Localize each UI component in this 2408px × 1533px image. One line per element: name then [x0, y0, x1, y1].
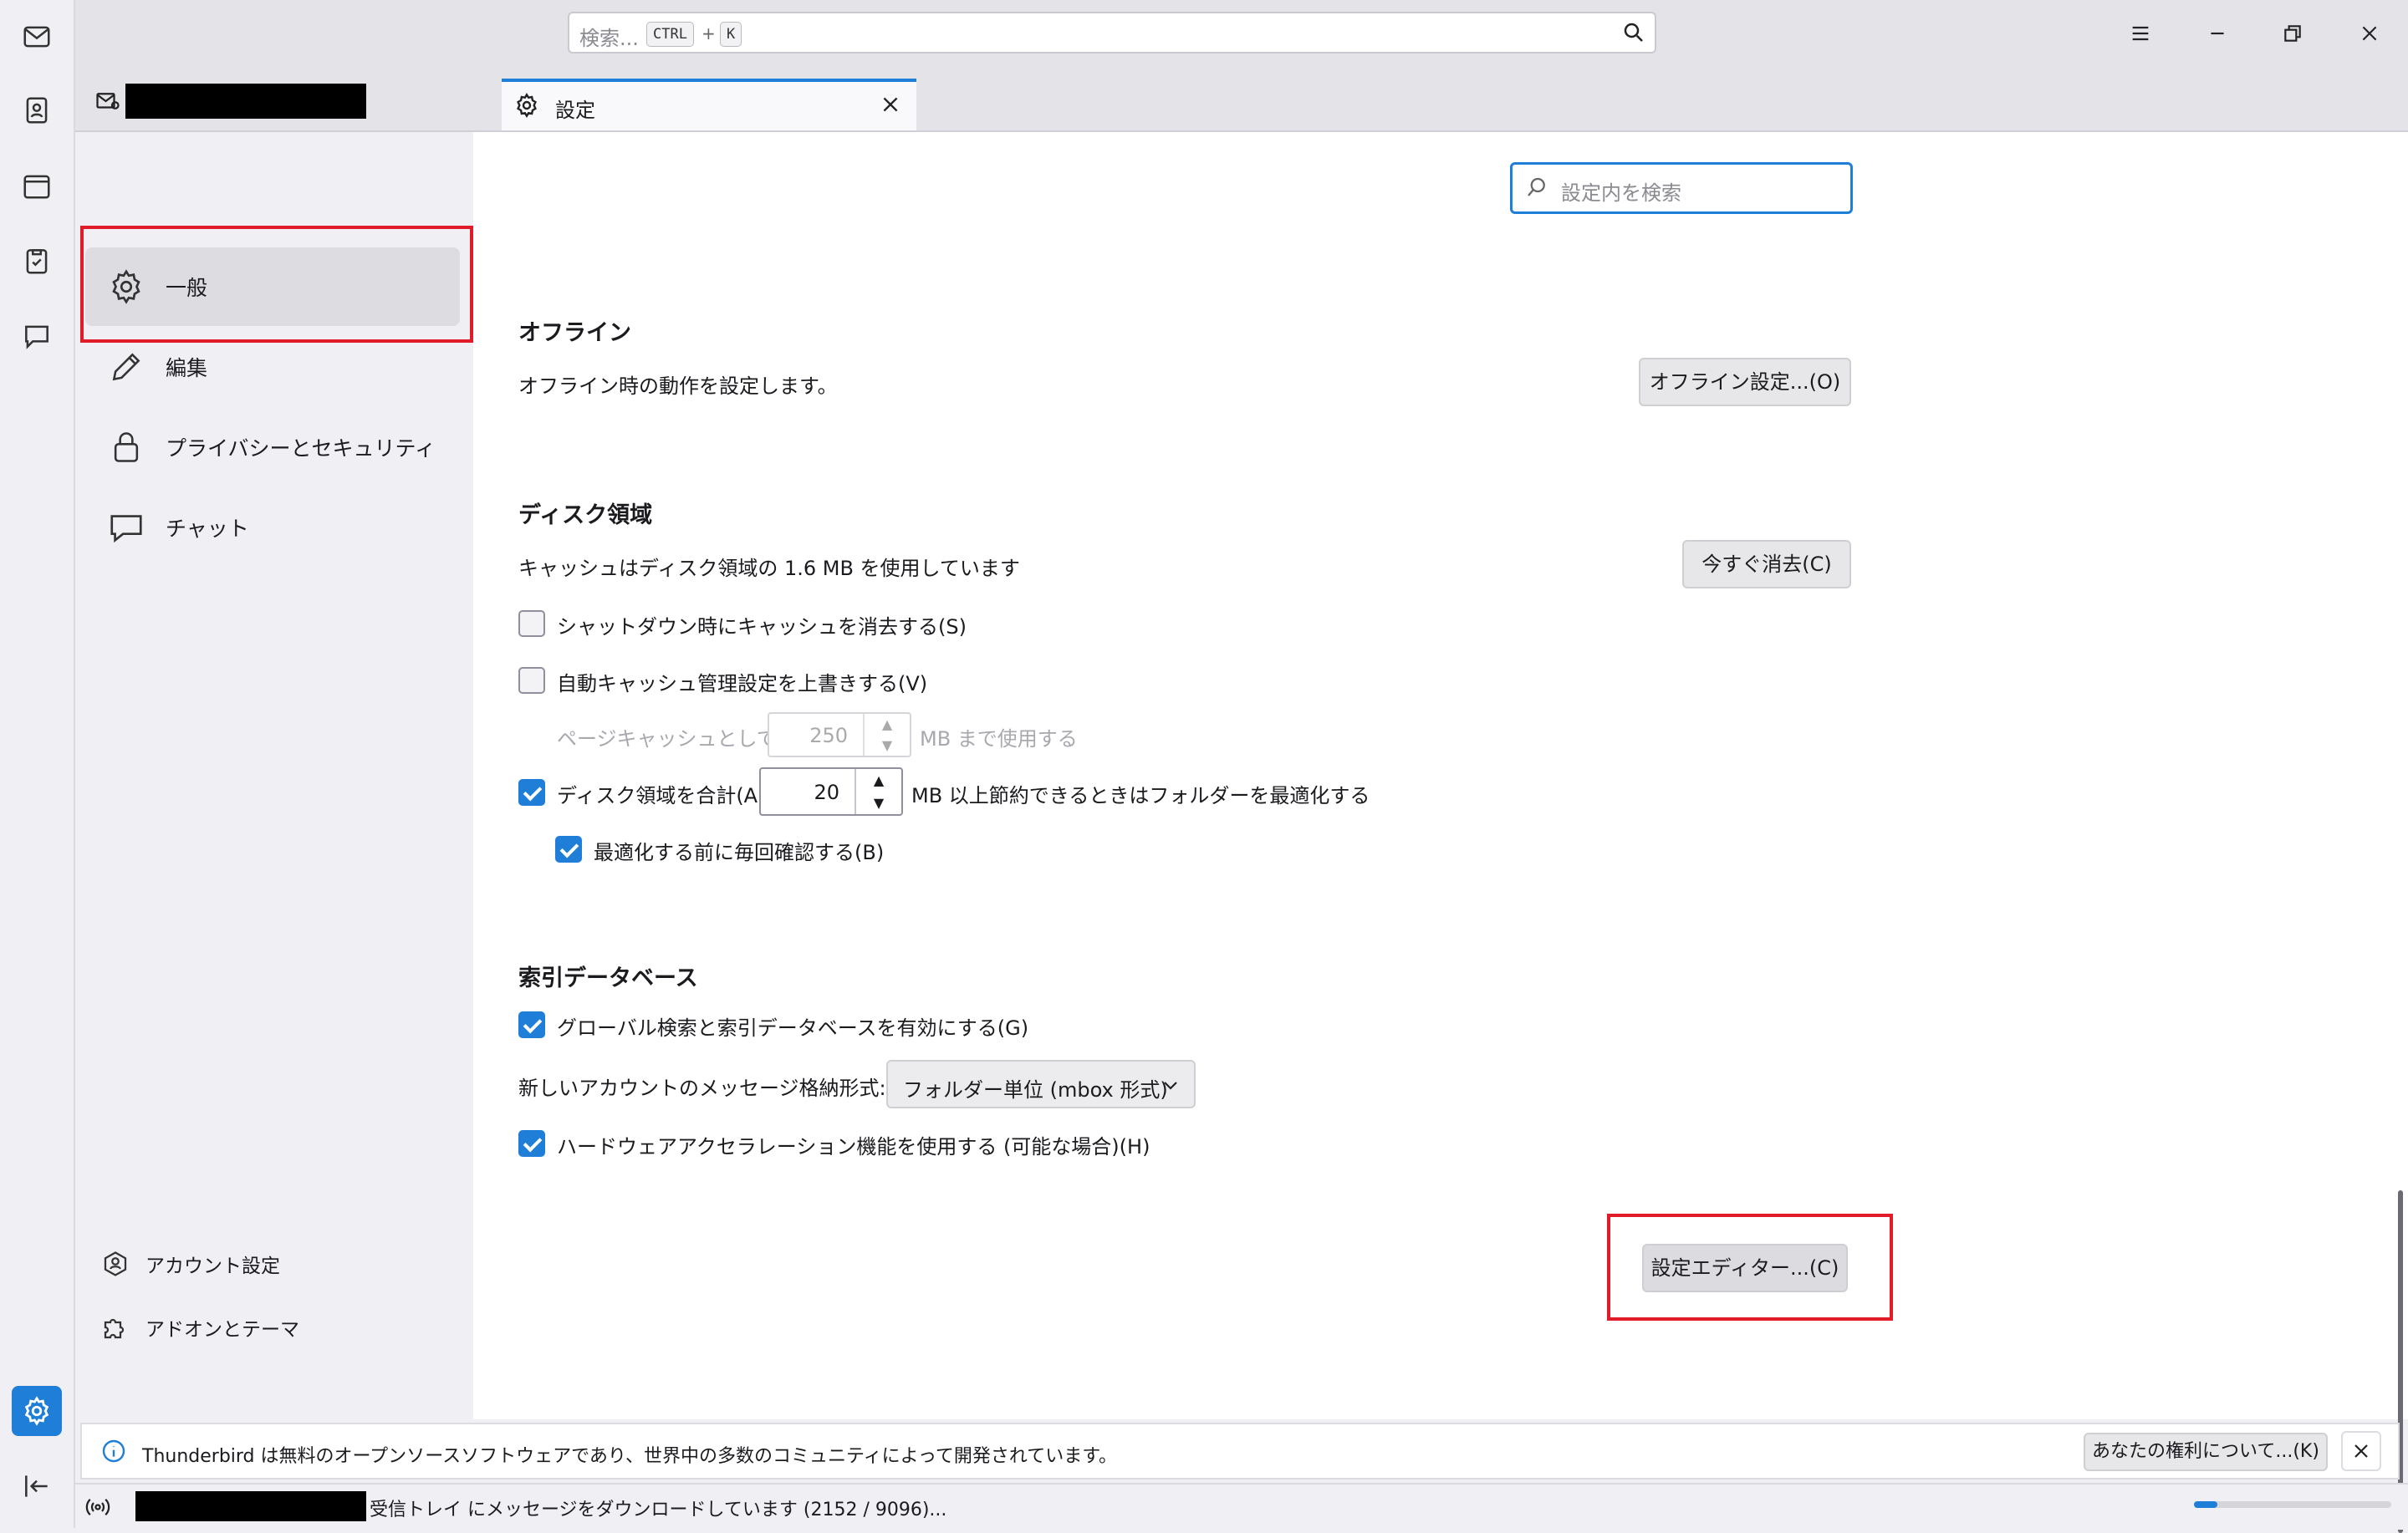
nav-addons-themes[interactable]: アドオンとテーマ — [99, 1311, 299, 1344]
compact-threshold-input[interactable]: 20 ▲ ▼ — [759, 767, 903, 816]
notification-bar: Thunderbird は無料のオープンソースソフトウェアであり、世界中の多数の… — [80, 1423, 2400, 1480]
settings-content: 設定内を検索 オフライン オフライン時の動作を設定します。 オフライン設定...… — [473, 132, 2408, 1533]
offline-description: オフライン時の動作を設定します。 — [518, 374, 838, 398]
chevron-down-icon: ▼ — [881, 737, 893, 753]
confirm-compact-checkbox[interactable] — [555, 836, 582, 863]
menu-icon[interactable] — [2119, 12, 2162, 55]
shortcut-plus: + — [701, 23, 716, 43]
global-search-input[interactable]: 検索... CTRL + K — [568, 12, 1656, 53]
page-cache-input: 250 ▲ ▼ — [768, 712, 911, 757]
settings-icon[interactable] — [12, 1386, 62, 1436]
title-bar: 検索... CTRL + K — [75, 0, 2408, 69]
minimize-icon[interactable] — [2196, 12, 2239, 55]
status-text: 受信トレイ にメッセージをダウンロードしています (2152 / 9096)..… — [370, 1500, 947, 1520]
message-store-value: フォルダー単位 (mbox 形式) — [903, 1078, 1168, 1102]
mail-tab-icon[interactable] — [94, 89, 122, 117]
collapse-sidebar-icon[interactable] — [12, 1461, 62, 1511]
chevron-up-icon[interactable]: ▲ — [856, 769, 901, 792]
chevron-up-icon: ▲ — [881, 716, 893, 732]
nav-item-label: チャット — [166, 517, 249, 541]
nav-item-privacy[interactable]: プライバシーとセキュリティ — [85, 408, 460, 486]
global-search-checkbox[interactable] — [518, 1011, 545, 1038]
nav-item-label: プライバシーとセキュリティ — [166, 436, 436, 461]
confirm-compact-label: 最適化する前に毎回確認する(B) — [594, 841, 885, 864]
compact-label: ディスク領域を合計(A) — [557, 784, 766, 807]
status-bar: 受信トレイ にメッセージをダウンロードしています (2152 / 9096)..… — [75, 1483, 2408, 1530]
online-status-icon[interactable] — [84, 1493, 112, 1525]
tab-settings-label: 設定 — [555, 99, 595, 122]
tab-settings[interactable]: 設定 — [502, 79, 916, 130]
cache-usage-text: キャッシュはディスク領域の 1.6 MB を使用しています — [518, 557, 1020, 580]
hw-accel-checkbox[interactable] — [518, 1130, 545, 1157]
page-cache-unit: MB まで使用する — [920, 727, 1078, 751]
nav-item-label: 編集 — [166, 356, 208, 380]
hw-accel-label: ハードウェアアクセラレーション機能を使用する (可能な場合)(H) — [557, 1135, 1150, 1159]
download-progress-bar — [2194, 1501, 2391, 1508]
puzzle-icon — [99, 1311, 132, 1344]
shortcut-k: K — [720, 22, 742, 47]
chat-bubble-icon — [104, 505, 149, 550]
search-placeholder: 検索... — [579, 27, 639, 50]
compact-checkbox[interactable] — [518, 779, 545, 806]
calendar-icon[interactable] — [12, 160, 62, 211]
highlight-box-config-editor — [1607, 1214, 1893, 1321]
close-tab-icon[interactable] — [880, 94, 901, 119]
mail-icon[interactable] — [12, 12, 62, 62]
redacted-account-status — [135, 1491, 366, 1521]
override-cache-checkbox[interactable] — [518, 667, 545, 694]
chat-icon[interactable] — [12, 311, 62, 361]
settings-search-placeholder: 設定内を検索 — [1561, 181, 1681, 205]
nav-item-chat[interactable]: チャット — [85, 488, 460, 567]
settings-search-input[interactable]: 設定内を検索 — [1510, 162, 1853, 214]
info-icon — [100, 1438, 127, 1468]
spaces-toolbar — [0, 0, 75, 1528]
override-cache-label: 自動キャッシュ管理設定を上書きする(V) — [557, 672, 928, 695]
address-book-icon[interactable] — [12, 85, 62, 135]
nav-account-settings-label: アカウント設定 — [145, 1255, 280, 1277]
settings-tab-icon — [513, 92, 540, 122]
clear-on-shutdown-checkbox[interactable] — [518, 610, 545, 637]
message-store-label: 新しいアカウントのメッセージ格納形式:(T) — [518, 1077, 914, 1100]
clear-on-shutdown-label: シャットダウン時にキャッシュを消去する(S) — [557, 615, 967, 639]
notification-text: Thunderbird は無料のオープンソースソフトウェアであり、世界中の多数の… — [142, 1446, 1118, 1467]
clear-cache-button[interactable]: 今すぐ消去(C) — [1682, 540, 1851, 588]
chevron-down-icon — [1161, 1075, 1181, 1100]
message-store-select[interactable]: フォルダー単位 (mbox 形式) — [886, 1060, 1196, 1108]
tasks-icon[interactable] — [12, 236, 62, 286]
disk-heading: ディスク領域 — [518, 502, 653, 528]
compact-unit-label: MB 以上節約できるときはフォルダーを最適化する — [911, 784, 1370, 807]
download-progress-fill — [2194, 1501, 2218, 1508]
shortcut-ctrl: CTRL — [646, 22, 694, 47]
index-heading: 索引データベース — [518, 965, 698, 991]
account-icon — [99, 1247, 132, 1281]
highlight-box-general — [80, 226, 473, 343]
offline-heading: オフライン — [518, 320, 631, 346]
nav-addons-themes-label: アドオンとテーマ — [145, 1319, 299, 1341]
your-rights-button[interactable]: あなたの権利について...(K) — [2084, 1433, 2328, 1471]
restore-icon[interactable] — [2271, 12, 2314, 55]
compact-threshold-value: 20 — [814, 781, 839, 804]
close-window-icon[interactable] — [2348, 12, 2391, 55]
redacted-account-name — [125, 84, 366, 119]
content-scrollbar[interactable] — [2398, 1190, 2403, 1533]
global-search-label: グローバル検索と索引データベースを有効にする(G) — [557, 1016, 1029, 1040]
search-icon[interactable] — [1621, 20, 1646, 48]
chevron-down-icon[interactable]: ▼ — [856, 792, 901, 814]
tabs-bar — [75, 69, 2408, 132]
close-notification-icon[interactable] — [2341, 1431, 2381, 1471]
search-icon — [1524, 175, 1549, 203]
page-cache-value: 250 — [809, 724, 848, 747]
nav-account-settings[interactable]: アカウント設定 — [99, 1247, 280, 1281]
pencil-icon — [104, 344, 149, 390]
offline-settings-button[interactable]: オフライン設定...(O) — [1639, 358, 1851, 406]
lock-icon — [104, 425, 149, 470]
